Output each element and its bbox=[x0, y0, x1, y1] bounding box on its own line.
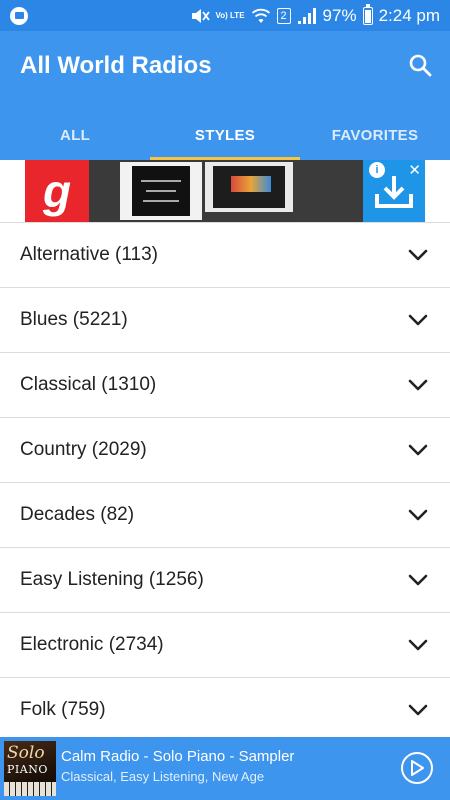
chevron-down-icon[interactable] bbox=[406, 633, 430, 657]
now-playing-title: Calm Radio - Solo Piano - Sampler bbox=[61, 748, 295, 765]
styles-list: Alternative (113) Blues (5221) Classical (… bbox=[0, 222, 450, 737]
tab-bar: ALL STYLES FAVORITES bbox=[0, 111, 450, 160]
status-bar: Vo) LTE 2 97% 2:24 pm bbox=[0, 0, 450, 31]
style-list-item[interactable]: Classical (1310) bbox=[0, 353, 450, 418]
chevron-down-icon[interactable] bbox=[406, 568, 430, 592]
style-list-item[interactable]: Country (2029) bbox=[0, 418, 450, 483]
chevron-down-icon[interactable] bbox=[406, 438, 430, 462]
chevron-down-icon[interactable] bbox=[406, 373, 430, 397]
style-label: Easy Listening (1256) bbox=[20, 569, 204, 590]
style-list-item[interactable]: Electronic (2734) bbox=[0, 613, 450, 678]
volte-icon: Vo) LTE bbox=[215, 10, 245, 20]
style-label: Blues (5221) bbox=[20, 309, 128, 330]
chevron-down-icon[interactable] bbox=[406, 698, 430, 722]
app-bar: All World Radios ALL STYLES FAVORITES bbox=[0, 31, 450, 160]
style-label: Classical (1310) bbox=[20, 374, 157, 395]
ad-laptop-image bbox=[205, 162, 293, 212]
signal-icon bbox=[297, 7, 317, 25]
style-list-item[interactable]: Folk (759) bbox=[0, 678, 450, 737]
mute-icon bbox=[190, 7, 210, 25]
ad-phone-image bbox=[120, 162, 202, 220]
style-list-item[interactable]: Decades (82) bbox=[0, 483, 450, 548]
chevron-down-icon[interactable] bbox=[406, 243, 430, 267]
style-label: Country (2029) bbox=[20, 439, 147, 460]
style-list-item[interactable]: Easy Listening (1256) bbox=[0, 548, 450, 613]
style-list-item[interactable]: Alternative (113) bbox=[0, 223, 450, 288]
sim-icon: 2 bbox=[276, 7, 291, 24]
app-title: All World Radios bbox=[20, 52, 212, 79]
chevron-down-icon[interactable] bbox=[406, 503, 430, 527]
wifi-icon bbox=[251, 8, 271, 24]
close-icon[interactable]: ✕ bbox=[408, 161, 421, 179]
style-list-item[interactable]: Blues (5221) bbox=[0, 288, 450, 353]
play-icon bbox=[411, 760, 424, 776]
clock: 2:24 pm bbox=[378, 5, 440, 25]
tab-favorites[interactable]: FAVORITES bbox=[300, 111, 450, 160]
album-art: Solo PIANO bbox=[4, 741, 56, 796]
album-art-title: Solo bbox=[7, 743, 45, 763]
battery-icon bbox=[362, 3, 373, 25]
chevron-down-icon[interactable] bbox=[406, 308, 430, 332]
play-button[interactable] bbox=[401, 752, 433, 784]
now-playing-bar[interactable]: Solo PIANO Calm Radio - Solo Piano - Sam… bbox=[0, 737, 450, 800]
info-icon[interactable]: i bbox=[369, 162, 385, 178]
ad-logo: g bbox=[25, 160, 89, 222]
search-icon bbox=[409, 54, 432, 77]
search-button[interactable] bbox=[406, 51, 434, 79]
now-playing-genres: Classical, Easy Listening, New Age bbox=[61, 769, 265, 784]
tab-styles[interactable]: STYLES bbox=[150, 111, 300, 160]
tab-all[interactable]: ALL bbox=[0, 111, 150, 160]
album-art-subtitle: PIANO bbox=[7, 763, 48, 776]
style-label: Folk (759) bbox=[20, 699, 106, 720]
ad-banner[interactable]: g i ✕ bbox=[25, 160, 425, 222]
style-label: Decades (82) bbox=[20, 504, 135, 525]
battery-percent: 97% bbox=[322, 5, 357, 25]
style-label: Electronic (2734) bbox=[20, 634, 164, 655]
notification-icon bbox=[10, 6, 28, 25]
style-label: Alternative (113) bbox=[20, 244, 158, 265]
